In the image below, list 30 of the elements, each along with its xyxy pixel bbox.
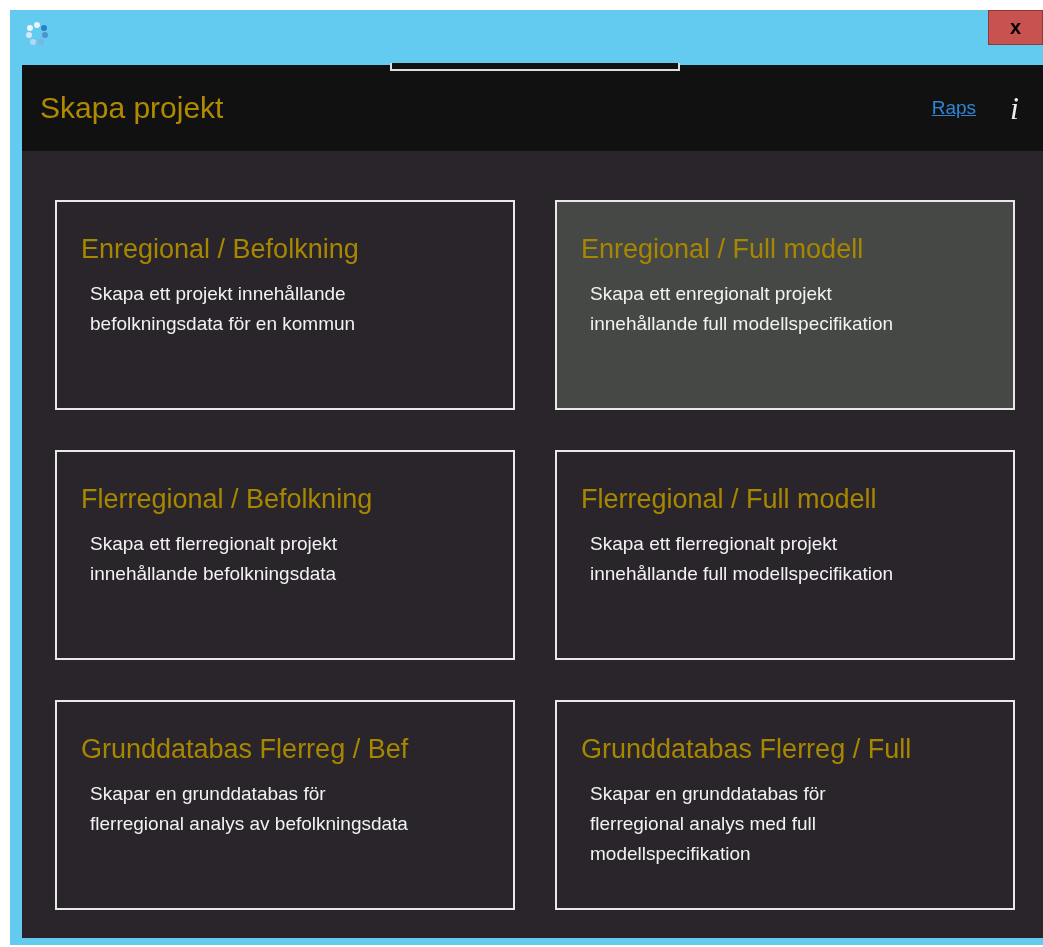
loading-icon	[26, 22, 48, 46]
card-title: Flerregional / Full modell	[581, 484, 878, 515]
description-line: innehållande full modellspecifikation	[590, 562, 895, 586]
project-card[interactable]: Grunddatabas Flerreg / Bef Skapar en grunddatabas för flerregional analys av befolkningsdata	[55, 700, 515, 910]
description-line: Skapa ett flerregionalt projekt	[590, 532, 839, 556]
description-line: innehållande full modellspecifikation	[590, 312, 895, 336]
description-line: flerregional analys med full	[590, 812, 817, 836]
project-card[interactable]: Enregional / Befolkning Skapa ett projekt innehållande befolkningsdata för en kommun	[55, 200, 515, 410]
description-line: Skapar en grunddatabas för	[590, 782, 827, 806]
project-card[interactable]: Grunddatabas Flerreg / Full Skapar en grunddatabas för flerregional analys med full modellspecifikation	[555, 700, 1015, 910]
info-button[interactable]: i	[1006, 89, 1023, 127]
description-line: Skapar en grunddatabas för	[90, 782, 327, 806]
description-line: innehållande befolkningsdata	[90, 562, 338, 586]
description-line: Skapa ett flerregionalt projekt	[90, 532, 339, 556]
card-title: Grunddatabas Flerreg / Full	[581, 734, 913, 765]
card-title: Flerregional / Befolkning	[81, 484, 374, 515]
project-card[interactable]: Flerregional / Befolkning Skapa ett flerregionalt projekt innehållande befolkningsdata	[55, 450, 515, 660]
description-line: Skapa ett enregionalt projekt	[590, 282, 833, 306]
description-line: flerregional analys av befolkningsdata	[90, 812, 409, 836]
description-line: Skapa ett projekt innehållande	[90, 282, 347, 306]
card-title: Grunddatabas Flerreg / Bef	[81, 734, 410, 765]
project-card[interactable]: Flerregional / Full modell Skapa ett flerregionalt projekt innehållande full modellspecifikation	[555, 450, 1015, 660]
description-line: modellspecifikation	[590, 842, 752, 866]
page-title: Skapa projekt	[40, 91, 225, 125]
card-title: Enregional / Full modell	[581, 234, 865, 265]
project-card[interactable]: Enregional / Full modell Skapa ett enregionalt projekt innehållande full modellspecifikation	[555, 200, 1015, 410]
close-button[interactable]: x	[988, 10, 1043, 45]
raps-link[interactable]: Raps	[931, 97, 977, 119]
description-line: befolkningsdata för en kommun	[90, 312, 357, 336]
card-title: Enregional / Befolkning	[81, 234, 360, 265]
